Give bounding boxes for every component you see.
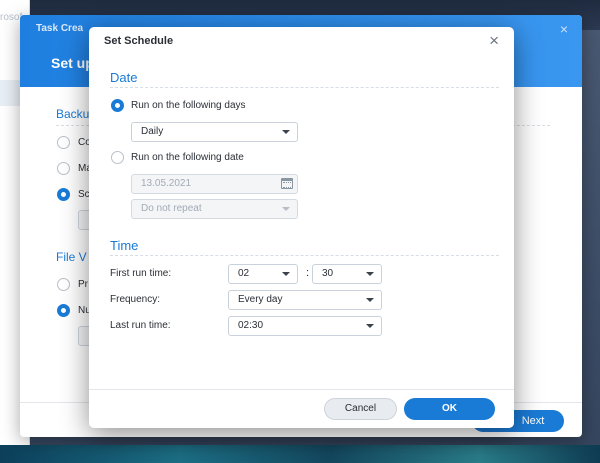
first-run-minute-select[interactable]: 30 bbox=[312, 264, 382, 284]
first-run-hour-select[interactable]: 02 bbox=[228, 264, 298, 284]
date-section-divider bbox=[110, 87, 499, 88]
time-section-divider bbox=[110, 255, 499, 256]
chevron-down-icon bbox=[282, 207, 290, 211]
run-on-days-label: Run on the following days bbox=[131, 100, 246, 111]
first-run-hour-value: 02 bbox=[238, 268, 250, 279]
wizard-radio-2[interactable] bbox=[57, 162, 70, 175]
wizard-section-backup: Backu bbox=[56, 107, 90, 121]
days-select[interactable]: Daily bbox=[131, 122, 298, 142]
chevron-down-icon bbox=[282, 272, 290, 276]
chevron-down-icon bbox=[366, 324, 374, 328]
repeat-select[interactable]: Do not repeat bbox=[131, 199, 298, 219]
time-separator: : bbox=[306, 267, 310, 279]
frequency-select[interactable]: Every day bbox=[228, 290, 382, 310]
run-on-date-radio[interactable] bbox=[111, 151, 124, 164]
date-input[interactable]: 13.05.2021 bbox=[131, 174, 298, 194]
cancel-button[interactable]: Cancel bbox=[324, 398, 397, 420]
close-icon[interactable]: × bbox=[489, 31, 499, 51]
desktop-wallpaper bbox=[0, 445, 600, 463]
wizard-radio-5[interactable] bbox=[57, 304, 70, 317]
frequency-value: Every day bbox=[238, 294, 283, 305]
chevron-down-icon bbox=[282, 130, 290, 134]
dialog-title: Set Schedule bbox=[104, 35, 174, 47]
background-window-title: rosof bbox=[0, 12, 23, 23]
chevron-down-icon bbox=[366, 272, 374, 276]
frequency-label: Frequency: bbox=[110, 294, 161, 305]
wizard-radio-3-label: Sc bbox=[78, 189, 90, 200]
last-run-time-label: Last run time: bbox=[110, 320, 171, 331]
dialog-footer-divider bbox=[89, 389, 514, 390]
first-run-time-label: First run time: bbox=[110, 268, 172, 279]
days-select-value: Daily bbox=[141, 126, 164, 137]
wizard-radio-1[interactable] bbox=[57, 136, 70, 149]
ok-button[interactable]: OK bbox=[404, 398, 495, 420]
repeat-select-value: Do not repeat bbox=[141, 203, 202, 214]
first-run-minute-value: 30 bbox=[322, 268, 334, 279]
run-on-days-radio[interactable] bbox=[111, 99, 124, 112]
wizard-close-icon[interactable]: × bbox=[560, 21, 568, 37]
wizard-heading: Set up bbox=[51, 55, 94, 71]
date-section-title: Date bbox=[110, 70, 138, 85]
set-schedule-dialog: Set Schedule × Date Run on the following… bbox=[89, 27, 514, 428]
wizard-radio-3[interactable] bbox=[57, 188, 70, 201]
wizard-title: Task Crea bbox=[36, 23, 84, 34]
date-input-value: 13.05.2021 bbox=[141, 178, 192, 189]
last-run-time-select[interactable]: 02:30 bbox=[228, 316, 382, 336]
wizard-radio-4[interactable] bbox=[57, 278, 70, 291]
calendar-icon bbox=[281, 178, 293, 189]
wizard-section-file-version: File V bbox=[56, 250, 87, 264]
chevron-down-icon bbox=[366, 298, 374, 302]
time-section-title: Time bbox=[110, 238, 139, 253]
wizard-radio-4-label: Pr bbox=[78, 279, 88, 290]
last-run-time-value: 02:30 bbox=[238, 320, 264, 331]
run-on-date-label: Run on the following date bbox=[131, 152, 244, 163]
